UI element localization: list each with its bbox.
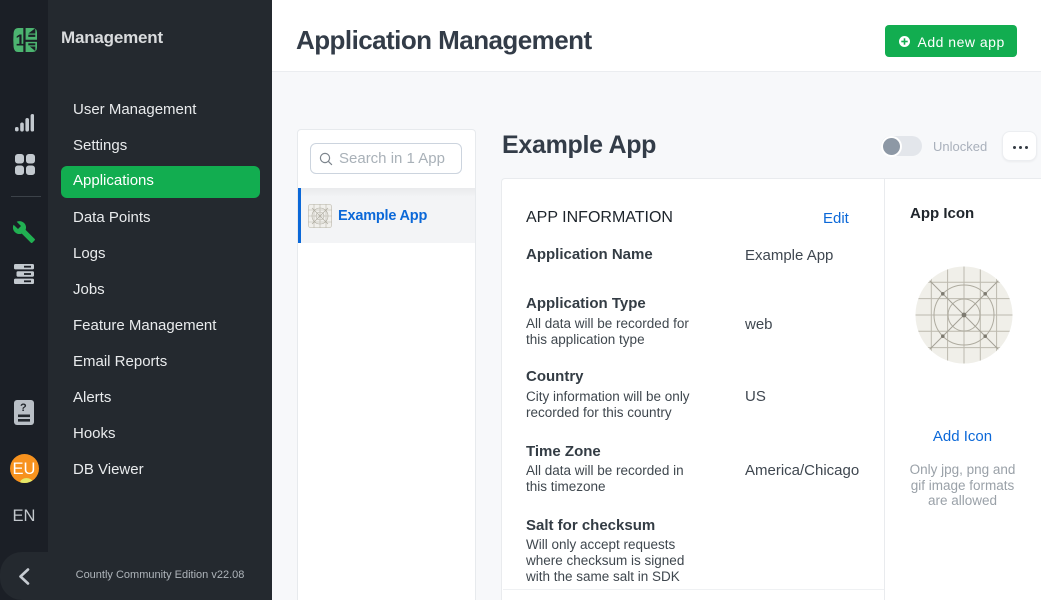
- svg-text:1: 1: [15, 33, 24, 50]
- svg-text:?: ?: [20, 402, 27, 414]
